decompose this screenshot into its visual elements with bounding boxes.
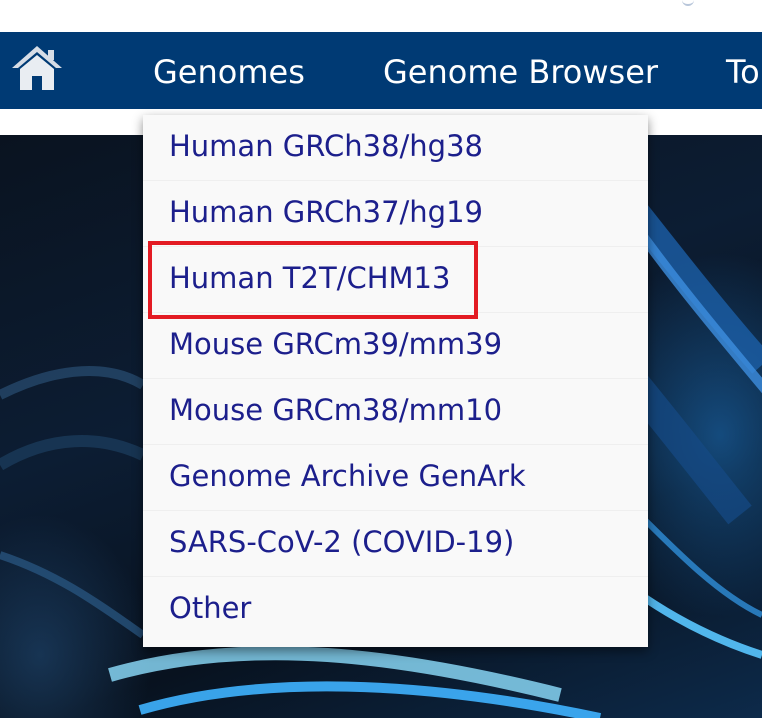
menu-item-label: Genome Archive GenArk — [169, 459, 526, 493]
nav-tools[interactable]: To — [726, 32, 760, 109]
menu-item-human-hg19[interactable]: Human GRCh37/hg19 — [143, 181, 648, 247]
menu-item-label: SARS-CoV-2 (COVID-19) — [169, 525, 515, 559]
menu-item-mouse-mm10[interactable]: Mouse GRCm38/mm10 — [143, 379, 648, 445]
menu-item-label: Mouse GRCm39/mm39 — [169, 327, 503, 361]
menu-item-mouse-mm39[interactable]: Mouse GRCm39/mm39 — [143, 313, 648, 379]
menu-item-label: Other — [169, 591, 252, 625]
logo-fragment — [682, 0, 694, 6]
menu-item-label: Mouse GRCm38/mm10 — [169, 393, 503, 427]
top-strip — [0, 0, 762, 32]
menu-item-other[interactable]: Other — [143, 577, 648, 643]
nav-genome-browser[interactable]: Genome Browser — [383, 32, 658, 109]
nav-genomes[interactable]: Genomes — [153, 32, 305, 109]
menu-item-human-hg38[interactable]: Human GRCh38/hg38 — [143, 115, 648, 181]
main-navbar: Genomes Genome Browser To — [0, 32, 762, 109]
house-icon[interactable] — [8, 42, 66, 94]
highlight-box — [148, 241, 478, 319]
menu-item-sars-cov-2[interactable]: SARS-CoV-2 (COVID-19) — [143, 511, 648, 577]
genomes-dropdown-menu: Human GRCh38/hg38 Human GRCh37/hg19 Huma… — [143, 115, 648, 647]
menu-item-genark[interactable]: Genome Archive GenArk — [143, 445, 648, 511]
menu-item-label: Human GRCh38/hg38 — [169, 129, 483, 163]
menu-item-label: Human GRCh37/hg19 — [169, 195, 483, 229]
